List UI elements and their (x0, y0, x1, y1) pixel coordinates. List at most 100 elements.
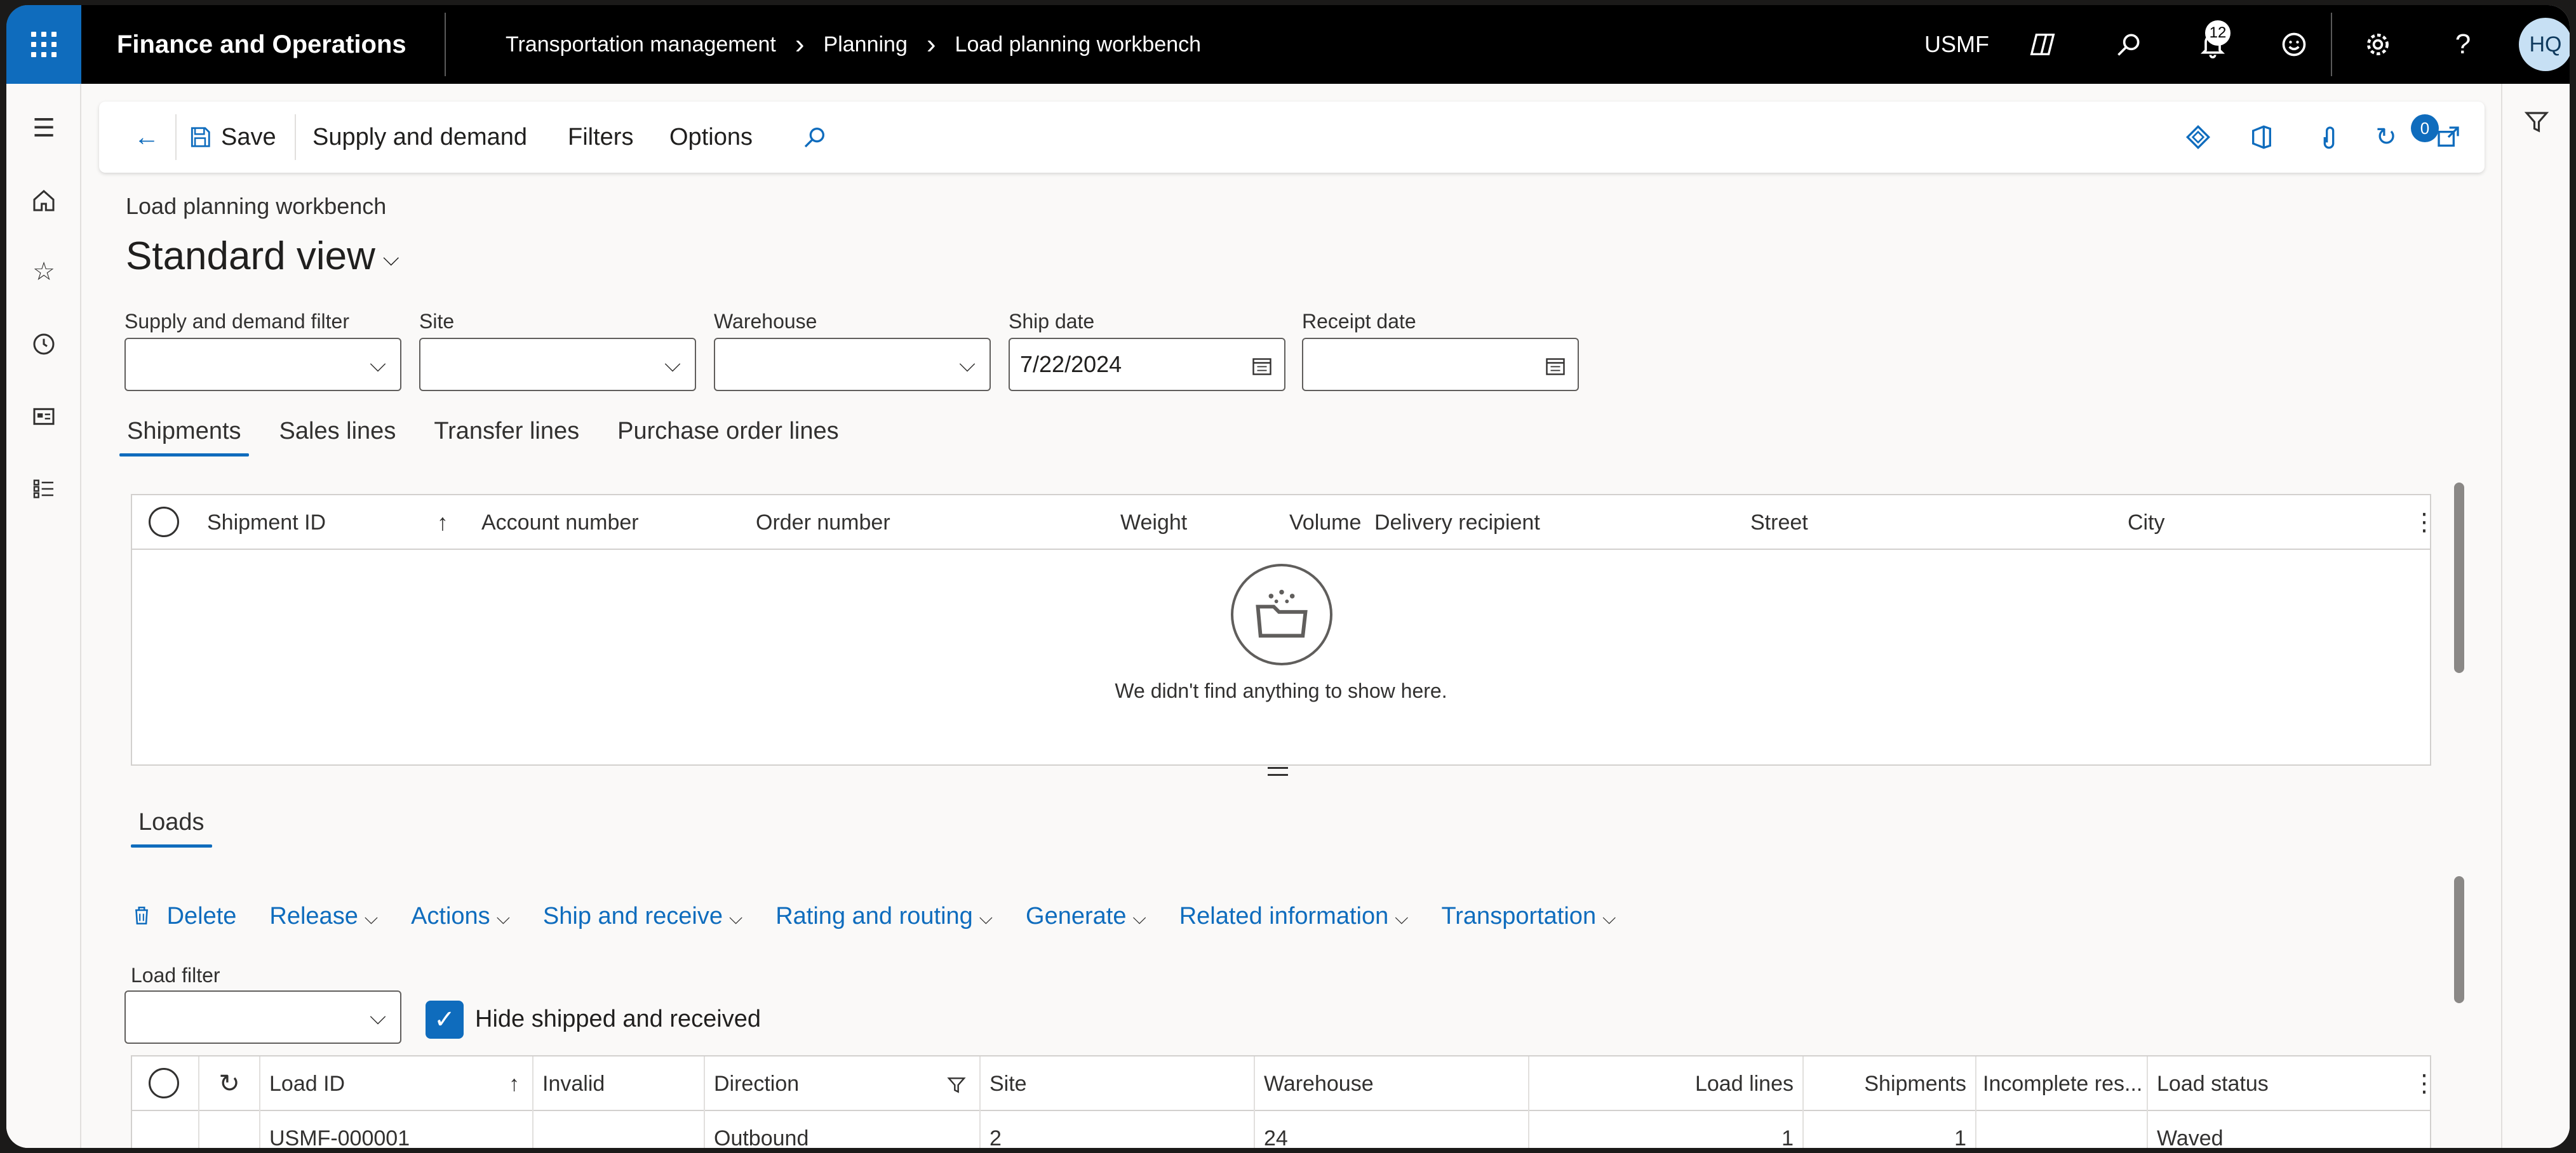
feedback-icon[interactable] (2265, 5, 2323, 84)
column-header-shipment-id[interactable]: Shipment ID (207, 495, 326, 550)
select-all-radio[interactable] (149, 1068, 179, 1098)
generate-label: Generate (1026, 902, 1127, 930)
select-all-radio[interactable] (149, 507, 179, 537)
filter-icon[interactable] (2502, 97, 2570, 147)
hide-shipped-checkbox[interactable]: ✓ (426, 1001, 464, 1039)
refresh-grid-icon[interactable]: ↻ (198, 1056, 259, 1111)
home-icon[interactable] (6, 175, 81, 226)
rating-and-routing-label: Rating and routing (775, 902, 973, 930)
column-header-load-status[interactable]: Load status (2147, 1056, 2430, 1111)
ship-and-receive-menu[interactable]: Ship and receive ⌵ (543, 903, 742, 930)
save-button[interactable]: Save (188, 102, 276, 173)
help-icon[interactable]: ? (2434, 5, 2492, 84)
column-header-city[interactable]: City (2128, 495, 2165, 550)
calendar-icon[interactable] (1540, 339, 1571, 390)
receipt-date-input[interactable] (1302, 338, 1579, 391)
supply-demand-filter-dropdown[interactable]: ⌵ (124, 338, 401, 391)
back-arrow-icon[interactable]: ← (124, 102, 169, 173)
column-header-load-lines[interactable]: Load lines (1528, 1056, 1802, 1111)
actions-menu[interactable]: Actions ⌵ (411, 903, 510, 930)
table-row[interactable]: USMF-000001 Outbound 2 24 1 1 Waved (132, 1111, 2430, 1148)
column-header-street[interactable]: Street (1750, 495, 1808, 550)
app-launcher-icon[interactable] (6, 5, 81, 84)
column-header-site[interactable]: Site (979, 1056, 1254, 1111)
rating-and-routing-menu[interactable]: Rating and routing ⌵ (775, 903, 993, 930)
column-header-invalid[interactable]: Invalid (532, 1056, 704, 1111)
load-status-cell: Waved (2147, 1111, 2430, 1148)
app-window: Finance and Operations Transportation ma… (6, 5, 2570, 1148)
company-picker[interactable]: USMF (1924, 5, 1989, 84)
recent-clock-icon[interactable] (6, 319, 81, 370)
column-header-warehouse[interactable]: Warehouse (1254, 1056, 1528, 1111)
power-apps-icon[interactable] (2176, 102, 2220, 173)
chevron-down-icon: ⌵ (979, 907, 993, 928)
column-header-incomplete[interactable]: Incomplete res... (1975, 1056, 2147, 1111)
tab-transfer-lines[interactable]: Transfer lines (434, 418, 579, 457)
save-label: Save (221, 123, 276, 150)
actions-label: Actions (411, 902, 490, 930)
hamburger-menu-icon[interactable]: ☰ (6, 103, 81, 154)
warehouse-dropdown[interactable]: ⌵ (714, 338, 991, 391)
pane-splitter-handle[interactable] (1268, 767, 1288, 776)
action-search-icon[interactable] (793, 102, 837, 173)
copilot-icon[interactable] (2013, 5, 2072, 84)
chevron-down-icon: ⌵ (496, 907, 510, 928)
delete-button[interactable]: Delete (131, 903, 236, 930)
favorites-star-icon[interactable]: ☆ (6, 246, 81, 297)
open-in-new-window-icon[interactable] (2426, 102, 2471, 173)
lines-tabs: Shipments Sales lines Transfer lines Pur… (119, 418, 839, 457)
loads-scrollbar[interactable] (2454, 876, 2464, 1003)
column-header-load-id[interactable]: Load ID ↑ (259, 1056, 532, 1111)
breadcrumb-item[interactable]: Transportation management (506, 32, 776, 57)
notification-count-badge: 12 (2205, 20, 2231, 46)
settings-icon[interactable] (2349, 5, 2407, 84)
tab-sales-lines[interactable]: Sales lines (279, 418, 396, 457)
breadcrumb-item[interactable]: Planning (824, 32, 908, 57)
release-menu[interactable]: Release ⌵ (269, 903, 378, 930)
transportation-menu[interactable]: Transportation ⌵ (1441, 903, 1616, 930)
sort-ascending-icon[interactable]: ↑ (437, 495, 448, 550)
breadcrumb-item[interactable]: Load planning workbench (955, 32, 1202, 57)
supply-and-demand-tab[interactable]: Supply and demand (312, 102, 527, 173)
ship-date-input[interactable]: 7/22/2024 (1009, 338, 1285, 391)
column-header-delivery-recipient[interactable]: Delivery recipient (1374, 495, 1540, 550)
direction-header-label: Direction (714, 1072, 800, 1096)
column-header-account-number[interactable]: Account number (481, 495, 639, 550)
search-icon[interactable] (2100, 5, 2158, 84)
tab-shipments[interactable]: Shipments (119, 418, 249, 457)
incomplete-cell (1975, 1111, 2147, 1148)
tab-loads[interactable]: Loads (131, 809, 212, 848)
topbar-divider (445, 13, 446, 76)
direction-cell: Outbound (704, 1111, 979, 1148)
column-header-volume[interactable]: Volume (1289, 495, 1361, 550)
filters-tab[interactable]: Filters (568, 102, 633, 173)
column-header-weight[interactable]: Weight (1120, 495, 1187, 550)
site-cell: 2 (979, 1111, 1254, 1148)
load-id-header-label: Load ID (269, 1072, 345, 1096)
chevron-down-icon: ⌵ (370, 352, 386, 377)
view-selector[interactable]: Standard view ⌵ (126, 234, 399, 279)
column-header-direction[interactable]: Direction (704, 1056, 979, 1111)
site-dropdown[interactable]: ⌵ (419, 338, 696, 391)
related-information-menu[interactable]: Related information ⌵ (1179, 903, 1409, 930)
load-id-cell[interactable]: USMF-000001 (259, 1111, 532, 1148)
more-options-icon[interactable]: ⋮ (2412, 1056, 2430, 1111)
office-icon[interactable] (2239, 102, 2284, 173)
tab-purchase-order-lines[interactable]: Purchase order lines (617, 418, 839, 457)
shipments-scrollbar[interactable] (2454, 483, 2464, 673)
generate-menu[interactable]: Generate ⌵ (1026, 903, 1146, 930)
avatar[interactable]: HQ (2519, 18, 2570, 71)
options-tab[interactable]: Options (669, 102, 753, 173)
refresh-icon[interactable]: ↻ (2364, 102, 2408, 173)
calendar-icon[interactable] (1246, 339, 1278, 390)
load-filter-dropdown[interactable]: ⌵ (124, 990, 401, 1044)
loads-grid: ↻ Load ID ↑ Invalid Direction Site Wareho… (131, 1055, 2431, 1148)
modules-list-icon[interactable] (6, 463, 81, 514)
column-header-shipments[interactable]: Shipments (1802, 1056, 1975, 1111)
workspaces-icon[interactable] (6, 391, 81, 442)
app-title[interactable]: Finance and Operations (117, 5, 406, 84)
column-header-order-number[interactable]: Order number (756, 495, 890, 550)
attachment-icon[interactable] (2307, 102, 2351, 173)
grid-header: Shipment ID ↑ Account number Order numbe… (132, 495, 2436, 550)
more-options-icon[interactable]: ⋮ (2412, 495, 2436, 550)
